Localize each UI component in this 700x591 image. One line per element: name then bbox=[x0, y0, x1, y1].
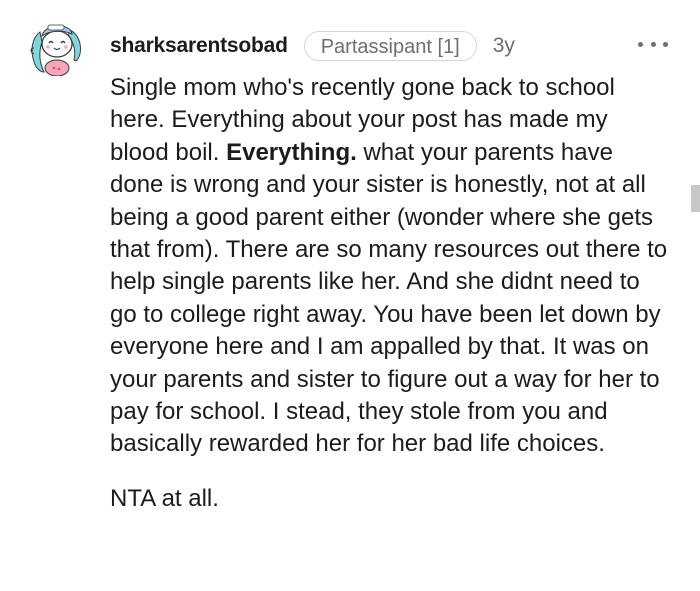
comment-paragraph: Single mom who's recently gone back to s… bbox=[110, 72, 670, 461]
more-horizontal-icon bbox=[663, 41, 668, 47]
comment-text: what your parents have done is wrong and… bbox=[110, 138, 668, 458]
more-options-button[interactable] bbox=[638, 34, 668, 54]
user-avatar[interactable] bbox=[26, 14, 88, 77]
comment-header: sharksarentsobad Partassipant [1] 3y bbox=[110, 30, 515, 62]
comment-bold-text: Everything. bbox=[226, 138, 357, 166]
more-horizontal-icon bbox=[638, 41, 643, 47]
comment-paragraph: NTA at all. bbox=[110, 484, 219, 512]
comment-body: Single mom who's recently gone back to s… bbox=[110, 72, 670, 515]
snoo-avatar-icon bbox=[30, 24, 81, 77]
comment-timestamp[interactable]: 3y bbox=[493, 34, 515, 58]
scrollbar-thumb[interactable] bbox=[691, 185, 700, 212]
more-horizontal-icon bbox=[650, 41, 656, 47]
username-link[interactable]: sharksarentsobad bbox=[110, 34, 288, 58]
user-flair-badge: Partassipant [1] bbox=[303, 31, 477, 61]
comment: sharksarentsobad Partassipant [1] 3y Sin… bbox=[0, 0, 700, 591]
